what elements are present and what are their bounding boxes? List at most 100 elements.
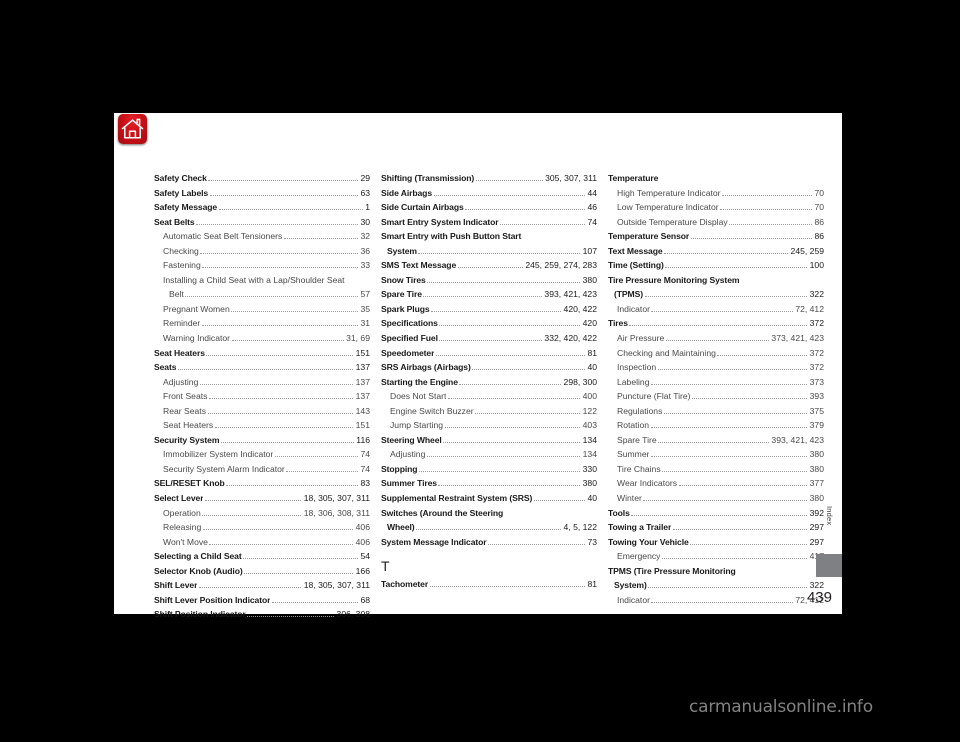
index-entry[interactable]: Tachometer 81 — [381, 577, 597, 592]
index-entry[interactable]: Temperature — [608, 171, 824, 186]
index-entry[interactable]: Spare Tire 393, 421, 423 — [608, 433, 824, 448]
index-entry[interactable]: Belt 57 — [154, 287, 370, 302]
index-entry[interactable]: Selecting a Child Seat 54 — [154, 549, 370, 564]
index-entry-pages: 380 — [582, 478, 597, 489]
index-entry[interactable]: Outside Temperature Display 86 — [608, 215, 824, 230]
index-entry[interactable]: System 107 — [381, 244, 597, 259]
index-entry[interactable]: Shift Lever 18, 305, 307, 311 — [154, 578, 370, 593]
index-entry-pages: 30 — [360, 216, 370, 227]
index-entry[interactable]: SRS Airbags (Airbags) 40 — [381, 360, 597, 375]
index-entry[interactable]: Specifications 420 — [381, 316, 597, 331]
index-entry[interactable]: Reminder 31 — [154, 316, 370, 331]
index-entry[interactable]: Releasing 406 — [154, 520, 370, 535]
index-entry[interactable]: (TPMS) 322 — [608, 287, 824, 302]
index-entry[interactable]: Smart Entry with Push Button Start — [381, 229, 597, 244]
index-entry[interactable]: Indicator 72, 412 — [608, 302, 824, 317]
index-entry[interactable]: Snow Tires 380 — [381, 273, 597, 288]
index-entry[interactable]: Summer Tires 380 — [381, 476, 597, 491]
index-entry[interactable]: Rotation 379 — [608, 418, 824, 433]
index-leader-dots — [658, 441, 769, 443]
index-entry[interactable]: Warning Indicator 31, 69 — [154, 331, 370, 346]
home-icon[interactable] — [118, 114, 147, 144]
index-entry[interactable]: Safety Labels 63 — [154, 186, 370, 201]
index-entry[interactable]: Installing a Child Seat with a Lap/Shoul… — [154, 273, 370, 288]
index-entry[interactable]: Tire Chains 380 — [608, 462, 824, 477]
index-entry[interactable]: Shift Lever Position Indicator 68 — [154, 593, 370, 608]
index-entry[interactable]: Safety Message 1 — [154, 200, 370, 215]
index-entry-pages: 33 — [360, 260, 370, 271]
index-entry[interactable]: Starting the Engine 298, 300 — [381, 375, 597, 390]
index-entry[interactable]: Indicator 72, 412 — [608, 593, 824, 608]
index-entry-label: Operation — [163, 507, 201, 518]
index-entry[interactable]: Labeling 373 — [608, 375, 824, 390]
index-entry[interactable]: Automatic Seat Belt Tensioners 32 — [154, 229, 370, 244]
index-entry[interactable]: Regulations 375 — [608, 404, 824, 419]
index-entry[interactable]: Jump Starting 403 — [381, 418, 597, 433]
index-entry[interactable]: Wear Indicators 377 — [608, 476, 824, 491]
index-entry[interactable]: Shift Position Indicator 306, 308 — [154, 607, 370, 622]
index-entry[interactable]: High Temperature Indicator 70 — [608, 186, 824, 201]
index-entry[interactable]: Specified Fuel 332, 420, 422 — [381, 331, 597, 346]
index-entry[interactable]: Shifting (Transmission) 305, 307, 311 — [381, 171, 597, 186]
index-entry[interactable]: Winter 380 — [608, 491, 824, 506]
index-entry[interactable]: Towing a Trailer 297 — [608, 520, 824, 535]
index-entry[interactable]: Text Message 245, 259 — [608, 244, 824, 259]
index-entry[interactable]: Wheel) 4, 5, 122 — [381, 520, 597, 535]
index-entry[interactable]: Operation 18, 306, 308, 311 — [154, 506, 370, 521]
index-entry[interactable]: Towing Your Vehicle 297 — [608, 535, 824, 550]
index-entry[interactable]: Low Temperature Indicator 70 — [608, 200, 824, 215]
index-entry[interactable]: Won't Move 406 — [154, 535, 370, 550]
index-entry[interactable]: Switches (Around the Steering — [381, 506, 597, 521]
index-entry[interactable]: Air Pressure 373, 421, 423 — [608, 331, 824, 346]
index-entry[interactable]: System) 322 — [608, 578, 824, 593]
index-entry[interactable]: Smart Entry System Indicator 74 — [381, 215, 597, 230]
index-entry-pages: 68 — [360, 594, 370, 605]
index-entry[interactable]: Seat Heaters 151 — [154, 418, 370, 433]
index-entry[interactable]: System Message Indicator 73 — [381, 535, 597, 550]
index-entry[interactable]: Speedometer 81 — [381, 346, 597, 361]
index-entry[interactable]: SMS Text Message 245, 259, 274, 283 — [381, 258, 597, 273]
index-entry[interactable]: Seats 137 — [154, 360, 370, 375]
index-entry[interactable]: Spare Tire 393, 421, 423 — [381, 287, 597, 302]
index-entry[interactable]: Safety Check 29 — [154, 171, 370, 186]
index-leader-dots — [418, 470, 581, 472]
index-entry[interactable]: Pregnant Women 35 — [154, 302, 370, 317]
index-entry[interactable]: Summer 380 — [608, 447, 824, 462]
index-entry[interactable]: Emergency417 — [608, 549, 824, 564]
index-entry[interactable]: Inspection 372 — [608, 360, 824, 375]
index-entry[interactable]: Immobilizer System Indicator 74 — [154, 447, 370, 462]
index-entry[interactable]: Tires 372 — [608, 316, 824, 331]
index-entry[interactable]: Side Curtain Airbags 46 — [381, 200, 597, 215]
index-entry[interactable]: Seat Belts 30 — [154, 215, 370, 230]
index-entry[interactable]: Puncture (Flat Tire) 393 — [608, 389, 824, 404]
index-entry[interactable]: Checking and Maintaining 372 — [608, 346, 824, 361]
index-entry[interactable]: Rear Seats 143 — [154, 404, 370, 419]
index-leader-dots — [185, 296, 358, 298]
index-entry[interactable]: Supplemental Restraint System (SRS) 40 — [381, 491, 597, 506]
index-entry[interactable]: Fastening 33 — [154, 258, 370, 273]
index-entry[interactable]: Time (Setting) 100 — [608, 258, 824, 273]
index-entry[interactable]: Does Not Start 400 — [381, 389, 597, 404]
index-entry-pages: 18, 306, 308, 311 — [303, 507, 370, 518]
index-entry-label: Immobilizer System Indicator — [163, 449, 274, 460]
index-entry[interactable]: SEL/RESET Knob 83 — [154, 476, 370, 491]
index-entry[interactable]: Security System 116 — [154, 433, 370, 448]
index-entry[interactable]: Security System Alarm Indicator 74 — [154, 462, 370, 477]
index-entry[interactable]: Stopping 330 — [381, 462, 597, 477]
index-entry[interactable]: Tire Pressure Monitoring System — [608, 273, 824, 288]
index-entry[interactable]: Tools 392 — [608, 506, 824, 521]
index-entry[interactable]: Front Seats 137 — [154, 389, 370, 404]
index-entry[interactable]: Seat Heaters 151 — [154, 346, 370, 361]
index-entry[interactable]: Side Airbags 44 — [381, 186, 597, 201]
index-entry[interactable]: Adjusting 137 — [154, 375, 370, 390]
index-entry[interactable]: Steering Wheel 134 — [381, 433, 597, 448]
index-entry[interactable]: Checking 36 — [154, 244, 370, 259]
index-entry[interactable]: Adjusting 134 — [381, 447, 597, 462]
index-entry[interactable]: Select Lever 18, 305, 307, 311 — [154, 491, 370, 506]
index-entry[interactable]: Temperature Sensor 86 — [608, 229, 824, 244]
index-entry[interactable]: Spark Plugs 420, 422 — [381, 302, 597, 317]
index-entry[interactable]: Engine Switch Buzzer 122 — [381, 404, 597, 419]
index-entry[interactable]: Selector Knob (Audio) 166 — [154, 564, 370, 579]
index-entry[interactable]: TPMS (Tire Pressure Monitoring — [608, 564, 824, 579]
side-tab-marker — [816, 554, 842, 577]
